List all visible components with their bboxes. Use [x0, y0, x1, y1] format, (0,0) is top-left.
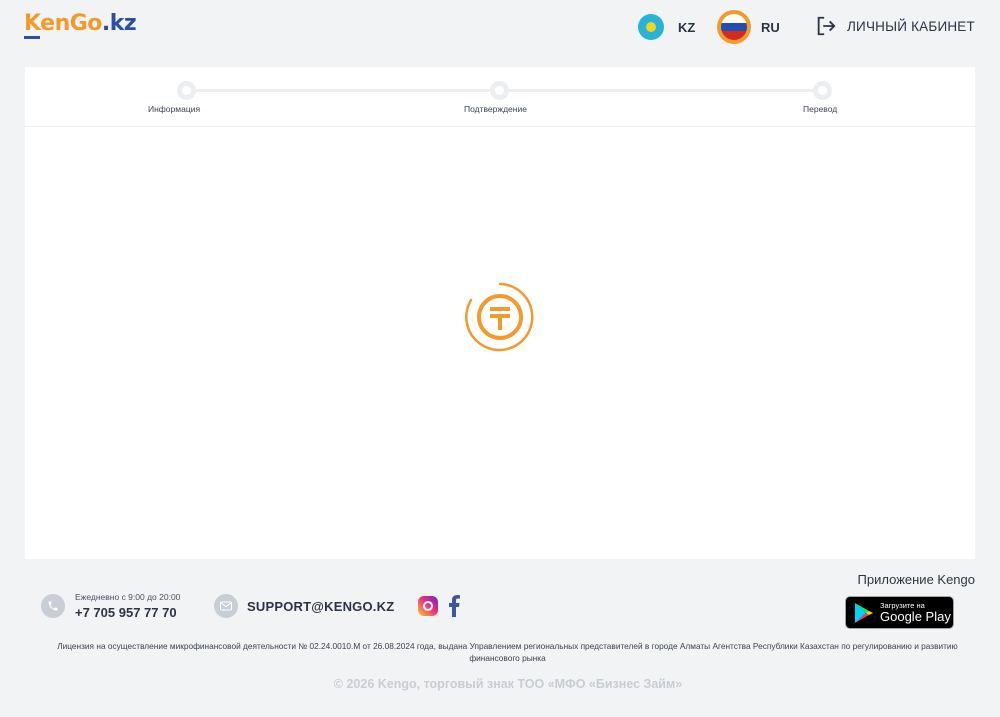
logo-text-go: Go	[69, 11, 103, 36]
step-dot-transfer	[813, 81, 832, 100]
support-phone-number[interactable]: +7 705 957 77 70	[75, 605, 180, 620]
step-label-confirmation: Подтверждение	[464, 104, 527, 114]
step-dot-confirmation	[490, 81, 509, 100]
tenge-coin-spinner-icon	[465, 282, 534, 352]
app-section-title: Приложение Kengo	[857, 572, 975, 587]
google-play-icon	[855, 602, 873, 623]
kazakhstan-flag-icon	[638, 14, 664, 40]
header: KenGo.kz KZ RU ЛИЧНЫЙ КАБИНЕТ	[0, 0, 1000, 58]
progress-stepper: Информация Подтверждение Перевод	[25, 67, 975, 127]
language-ru-button[interactable]: RU	[717, 10, 780, 44]
copyright-text: © 2026 Kengo, торговый знак ТОО «МФО «Би…	[333, 677, 683, 691]
russia-flag-icon	[721, 14, 747, 40]
logo-text-ken: Ken	[24, 11, 70, 36]
google-play-button[interactable]: Загрузите на Google Play	[845, 596, 954, 629]
step-label-information: Информация	[148, 104, 201, 114]
facebook-icon[interactable]	[447, 595, 461, 617]
language-kz-button[interactable]: KZ	[638, 10, 695, 44]
instagram-icon[interactable]	[418, 596, 438, 616]
kengo-logo[interactable]: KenGo.kz	[24, 11, 137, 36]
social-links	[418, 595, 461, 617]
personal-cabinet-link[interactable]: ЛИЧНЫЙ КАБИНЕТ	[815, 15, 975, 37]
support-hours: Ежедневно с 9:00 до 20:00	[75, 592, 181, 602]
step-label-transfer: Перевод	[803, 104, 838, 114]
license-text: Лицензия на осуществление микрофинансово…	[57, 641, 958, 663]
logout-icon	[817, 16, 836, 36]
step-dot-information	[177, 81, 196, 100]
mail-icon	[214, 594, 238, 618]
support-phone[interactable]: Ежедневно с 9:00 до 20:00 +7 705 957 77 …	[41, 592, 180, 620]
logo-underline	[24, 36, 40, 39]
google-play-label: Google Play	[880, 609, 951, 625]
personal-cabinet-label: ЛИЧНЫЙ КАБИНЕТ	[847, 18, 975, 34]
main-card: Информация Подтверждение Перевод	[25, 67, 975, 559]
active-language-ring	[717, 10, 751, 44]
support-email[interactable]: SUPPORT@KENGO.KZ	[214, 594, 394, 618]
google-play-caption: Загрузите на	[880, 600, 925, 610]
phone-icon	[41, 594, 65, 618]
support-email-address[interactable]: SUPPORT@KENGO.KZ	[247, 599, 394, 614]
language-ru-label: RU	[761, 19, 780, 35]
language-kz-label: KZ	[678, 19, 696, 35]
logo-text-kz: .kz	[101, 11, 137, 36]
